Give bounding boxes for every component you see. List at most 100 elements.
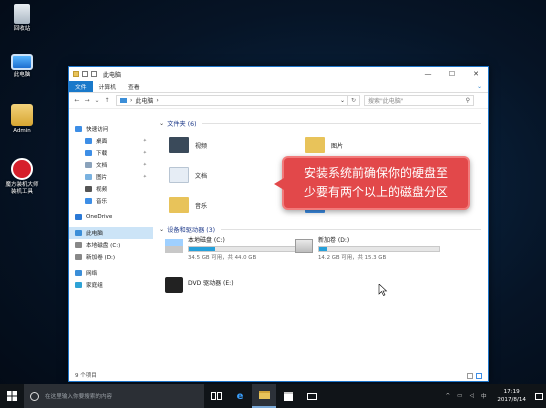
breadcrumb-this-pc[interactable]: 此电脑	[135, 96, 153, 105]
sidebar-item-label: 视频	[96, 187, 108, 193]
network-icon[interactable]: ▭	[455, 393, 464, 399]
edge-button[interactable]: e	[228, 384, 252, 408]
pictures-folder-icon	[305, 137, 325, 153]
sidebar-item[interactable]: 文档 ✦	[69, 159, 153, 171]
volume-icon[interactable]: ◁	[467, 393, 476, 399]
ribbon-expand-icon[interactable]: ⌄	[471, 81, 488, 92]
drives-section-header[interactable]: ⌄ 设备和驱动器 (3)	[159, 225, 481, 234]
folders-section-header[interactable]: ⌄ 文件夹 (6)	[159, 119, 481, 128]
large-icons-view-icon[interactable]	[476, 373, 482, 379]
folder-item-documents[interactable]: 文档	[169, 167, 207, 183]
properties-icon[interactable]	[82, 71, 88, 77]
tab-view[interactable]: 查看	[122, 81, 146, 92]
maximize-button[interactable]: ☐	[440, 67, 464, 81]
music-icon	[85, 198, 92, 204]
desktop-icon-app[interactable]: 魔方装机大师 装机工具	[0, 158, 44, 195]
store-icon	[283, 391, 293, 401]
clock-date: 2017/8/14	[497, 397, 526, 403]
sidebar-item[interactable]: 家庭组	[69, 279, 153, 291]
sidebar-item[interactable]: 视频	[69, 183, 153, 195]
sidebar-item[interactable]: 此电脑	[69, 227, 153, 239]
file-explorer-taskbar-button[interactable]	[252, 384, 276, 408]
homegroup-icon	[75, 282, 82, 288]
input-method-icon[interactable]: 中	[479, 392, 488, 400]
desktop-icon-label: 魔方装机大师 装机工具	[5, 182, 39, 195]
sidebar-item[interactable]: 图片 ✦	[69, 171, 153, 183]
folder-label: 视频	[195, 142, 208, 150]
drive-item-d[interactable]: 新加卷 (D:) 14.2 GB 可用，共 15.3 GB	[295, 237, 440, 261]
task-view-icon	[210, 392, 222, 400]
star-icon	[75, 126, 82, 132]
sidebar-item[interactable]: 本地磁盘 (C:)	[69, 239, 153, 251]
forward-button[interactable]: →	[82, 97, 92, 104]
sidebar-item[interactable]: OneDrive	[69, 211, 153, 223]
tab-computer[interactable]: 计算机	[93, 81, 122, 92]
sidebar-item-label: OneDrive	[86, 214, 113, 220]
sidebar-item[interactable]: 下载 ✦	[69, 147, 153, 159]
file-explorer-icon	[258, 391, 270, 399]
tab-file[interactable]: 文件	[69, 81, 93, 92]
edge-icon: e	[236, 390, 244, 402]
pin-icon: ✦	[142, 138, 147, 144]
up-button[interactable]: ↑	[102, 97, 112, 104]
drive-icon	[75, 254, 82, 260]
this-pc-icon	[11, 54, 33, 70]
sidebar-item[interactable]: 音乐	[69, 195, 153, 207]
desktop-icon-recycle-bin[interactable]: 回收站	[0, 4, 44, 33]
show-hidden-icons-icon[interactable]: ^	[443, 393, 452, 399]
desktop-icon	[85, 138, 92, 144]
breadcrumb-separator: ›	[130, 97, 133, 104]
drive-name: DVD 驱动器 (E:)	[188, 280, 234, 287]
app-icon	[11, 158, 33, 180]
pin-icon: ✦	[142, 150, 147, 156]
drive-usage-fill	[189, 247, 216, 251]
music-folder-icon	[169, 197, 189, 213]
address-field[interactable]: › 此电脑 › ⌄	[116, 95, 348, 106]
drive-item-c[interactable]: 本地磁盘 (C:) 34.5 GB 可用，共 44.0 GB	[165, 237, 310, 261]
video-icon	[85, 186, 92, 192]
details-view-icon[interactable]	[467, 373, 473, 379]
mail-icon	[307, 392, 317, 400]
drive-usage-bar	[318, 246, 440, 252]
task-view-button[interactable]	[204, 384, 228, 408]
recent-locations-button[interactable]: ⌄	[92, 97, 102, 104]
back-button[interactable]: ←	[72, 97, 82, 104]
action-center-button[interactable]	[532, 384, 546, 408]
cloud-icon	[75, 214, 82, 220]
drive-item-dvd[interactable]: DVD 驱动器 (E:)	[165, 275, 310, 293]
sidebar-item[interactable]: 桌面 ✦	[69, 135, 153, 147]
drive-usage-bar	[188, 246, 310, 252]
sidebar-item[interactable]: 快速访问	[69, 123, 153, 135]
desktop-icon-admin[interactable]: Admin	[0, 104, 44, 135]
sidebar-item[interactable]: 新加卷 (D:)	[69, 251, 153, 263]
refresh-button[interactable]: ↻	[348, 95, 360, 106]
close-button[interactable]: ✕	[464, 67, 488, 81]
clock[interactable]: 17:19 2017/8/14	[491, 388, 532, 404]
collapse-icon: ⌄	[159, 120, 165, 127]
sidebar-item-label: 文档	[96, 163, 108, 169]
store-button[interactable]	[276, 384, 300, 408]
sidebar-item-label: 本地磁盘 (C:)	[86, 243, 121, 249]
file-explorer-window: 此电脑 — ☐ ✕ 文件 计算机 查看 ⌄ ← → ⌄ ↑ › 此电脑 › ⌄ …	[68, 66, 489, 382]
title-bar: 此电脑 — ☐ ✕	[69, 67, 488, 81]
new-folder-icon[interactable]	[91, 71, 97, 77]
taskbar-search-input[interactable]: 在这里输入你要搜索的内容	[24, 384, 204, 408]
folder-item-pictures[interactable]: 图片	[305, 137, 343, 153]
download-icon	[85, 150, 92, 156]
address-dropdown-icon[interactable]: ⌄	[340, 97, 345, 104]
search-input[interactable]: 搜索"此电脑" ⚲	[364, 95, 474, 106]
folders-header-label: 文件夹 (6)	[167, 121, 197, 128]
mail-button[interactable]	[300, 384, 324, 408]
instruction-callout: 安装系统前确保你的硬盘至 少要有两个以上的磁盘分区	[274, 156, 470, 210]
start-button[interactable]	[0, 384, 24, 408]
content-pane: ⌄ 文件夹 (6) 视频 图片 文档 下载 音乐	[153, 109, 488, 369]
pin-icon: ✦	[142, 162, 147, 168]
desktop-icon-this-pc[interactable]: 此电脑	[0, 54, 44, 79]
sidebar-item[interactable]: 网络	[69, 267, 153, 279]
window-title: 此电脑	[103, 71, 122, 79]
folder-label: 音乐	[195, 202, 208, 210]
minimize-button[interactable]: —	[416, 67, 440, 81]
folder-item-music[interactable]: 音乐	[169, 197, 207, 213]
drive-usage-fill	[319, 247, 328, 251]
folder-item-video[interactable]: 视频	[169, 137, 207, 153]
